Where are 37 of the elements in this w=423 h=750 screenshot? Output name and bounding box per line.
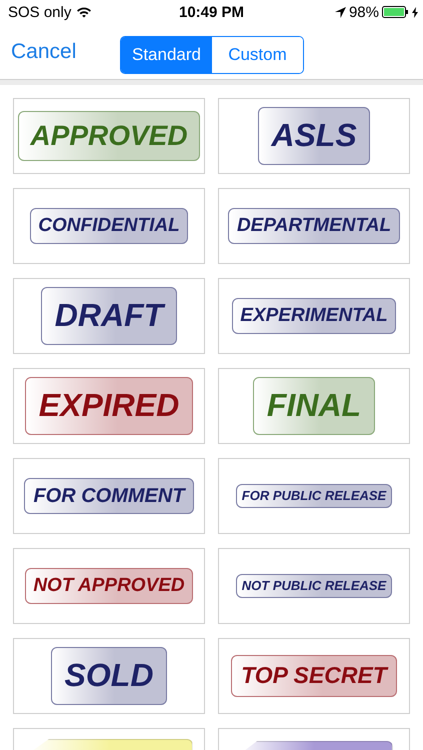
stamp-tile[interactable]: FINAL [218,368,410,444]
charging-bolt-icon [412,6,418,18]
stamp-label: NOT PUBLIC RELEASE [236,574,392,598]
stamp-tile[interactable]: ASLS [218,98,410,174]
clock-text: 10:49 PM [178,4,244,20]
stamp-label: DEPARTMENTAL [228,208,400,244]
stamp-label: APPROVED [18,110,200,162]
segment-tab[interactable]: Standard [121,37,212,73]
stamp-label: FINAL [253,377,375,435]
stamp-tile[interactable]: FOR COMMENT [13,458,205,534]
stamp-label: EXPERIMENTAL [232,298,396,334]
stamp-tile[interactable]: SOLD [13,638,205,714]
stamp-label: EXPIRED [24,377,194,435]
stamp-label: DRAFT [40,287,177,345]
battery-percent: 98% [348,4,379,20]
stamp-label: FOR COMMENT [24,478,194,514]
battery-icon [382,6,409,18]
stamp-label: FOR PUBLIC RELEASE [236,484,392,508]
stamp-tile[interactable]: APPROVED [13,98,205,174]
cancel-button[interactable]: Cancel [0,40,76,64]
stamp-tile[interactable]: EXPIRED [13,368,205,444]
stamp-label: CONFIDENTIAL [30,208,188,244]
stamp-tile[interactable]: NOT APPROVED [13,548,205,624]
location-arrow-icon [334,6,346,18]
stamp-tile[interactable]: CONFIDENTIAL [13,188,205,264]
stamp-tile[interactable]: DEPARTMENTAL [218,188,410,264]
stamp-tile[interactable]: TOP SECRET [218,638,410,714]
stamp-tile[interactable]: EXPERIMENTAL [218,278,410,354]
stamp-tile[interactable]: FOR PUBLIC RELEASE [218,458,410,534]
stamp-tile[interactable]: DRAFT [13,278,205,354]
stamp-label: NOT APPROVED [24,568,194,604]
stamp-label: TOP SECRET [230,654,398,697]
carrier-text: SOS only [8,4,72,20]
stamp-label: ASLS [258,107,370,165]
stamp-tile[interactable]: NOT PUBLIC RELEASE [218,548,410,624]
wifi-icon [76,6,92,18]
stamp-label: SOLD [50,647,168,705]
